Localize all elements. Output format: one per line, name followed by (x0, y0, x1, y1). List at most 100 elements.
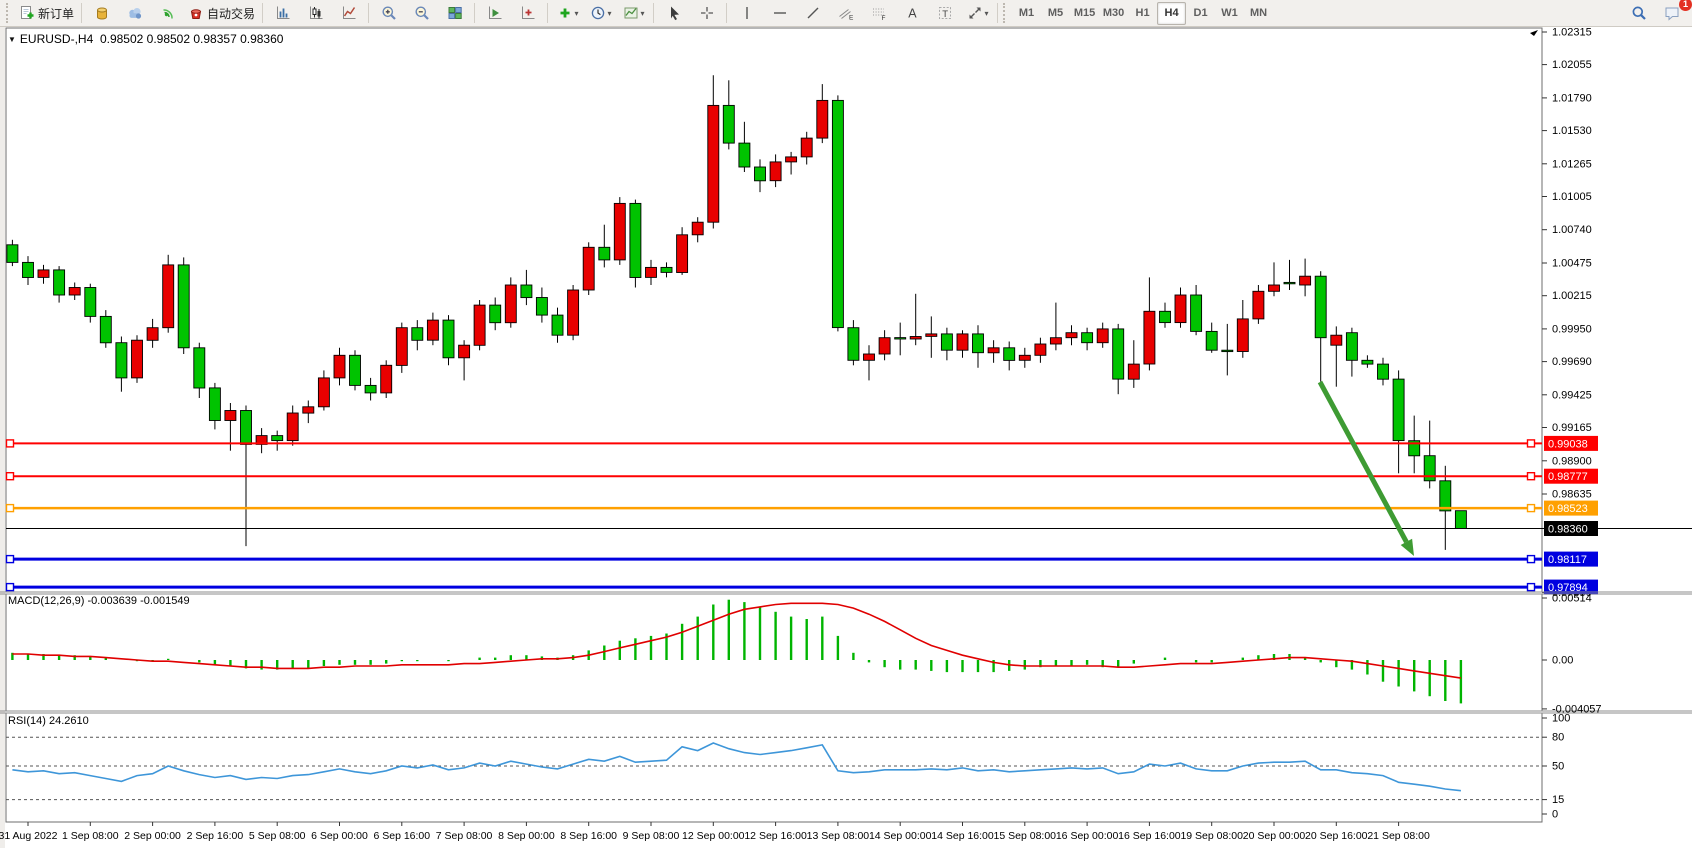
time-axis-label: 8 Sep 16:00 (560, 830, 617, 842)
candle (1050, 338, 1061, 344)
price-axis-label: 0.99950 (1552, 323, 1592, 335)
bars-icon (275, 5, 291, 21)
line-handle[interactable] (1528, 584, 1535, 591)
candle (646, 267, 657, 277)
candle (630, 203, 641, 277)
candle (490, 305, 501, 323)
chart-menu-icon[interactable]: ▼ (8, 35, 16, 44)
indicators-button[interactable]: ▾ (551, 1, 584, 26)
line-handle[interactable] (7, 440, 14, 447)
autotrading-button[interactable]: 自动交易 (184, 1, 259, 26)
candle (988, 348, 999, 353)
candles-icon (308, 5, 324, 21)
line-handle[interactable] (7, 584, 14, 591)
line-handle[interactable] (1528, 505, 1535, 512)
timeframe-button-w1[interactable]: W1 (1215, 2, 1244, 25)
depth-of-market-button[interactable] (511, 1, 544, 26)
candle (132, 340, 143, 378)
bar-chart-button[interactable] (266, 1, 299, 26)
text-button[interactable]: A (895, 1, 928, 26)
candlestick-chart-button[interactable] (299, 1, 332, 26)
notifications-button[interactable]: 1 (1655, 1, 1688, 26)
trendline-button[interactable] (796, 1, 829, 26)
line-handle[interactable] (7, 556, 14, 563)
tiles-icon (447, 5, 463, 21)
candle (1237, 319, 1248, 352)
toolbar-separator (547, 3, 548, 23)
time-axis-label: 7 Sep 08:00 (436, 830, 493, 842)
candle (272, 436, 283, 441)
candle (536, 298, 547, 316)
candle (817, 100, 828, 138)
time-axis-label: 14 Sep 16:00 (931, 830, 994, 842)
candle (100, 316, 111, 342)
candle (568, 290, 579, 335)
candle (521, 285, 532, 298)
price-axis-label: 0.98900 (1552, 455, 1592, 467)
macd-axis-label: 0.00514 (1552, 593, 1592, 605)
periods-button[interactable]: ▾ (584, 1, 617, 26)
candle (209, 388, 220, 421)
chart-title: ▼EURUSD-,H4 0.98502 0.98502 0.98357 0.98… (8, 32, 283, 46)
candle (1362, 360, 1373, 364)
timeframe-button-m15[interactable]: M15 (1070, 2, 1099, 25)
cursor-button[interactable] (657, 1, 690, 26)
toolbar-separator (474, 3, 475, 23)
line-handle[interactable] (1528, 473, 1535, 480)
crosshair-button[interactable] (690, 1, 723, 26)
line-handle[interactable] (7, 505, 14, 512)
toolbar-separator (81, 3, 82, 23)
vertical-line-button[interactable] (730, 1, 763, 26)
time-axis-label: 16 Sep 16:00 (1118, 830, 1181, 842)
arrows-tool-button[interactable]: ▾ (961, 1, 994, 26)
new-order-button[interactable]: 新订单 (15, 1, 78, 26)
candle (147, 328, 158, 341)
price-badge-label: 0.99038 (1548, 438, 1588, 450)
toolbar-separator (997, 3, 998, 23)
price-axis-label: 0.99425 (1552, 389, 1592, 401)
candle (474, 305, 485, 345)
macd-indicator-label: MACD(12,26,9) -0.003639 -0.001549 (8, 595, 190, 607)
zoom-in-button[interactable] (372, 1, 405, 26)
candle (69, 288, 80, 296)
svg-text:T: T (942, 9, 948, 20)
templates-button[interactable]: ▾ (617, 1, 650, 26)
timeframe-button-m1[interactable]: M1 (1012, 2, 1041, 25)
timeframe-button-m5[interactable]: M5 (1041, 2, 1070, 25)
timeframe-button-d1[interactable]: D1 (1186, 2, 1215, 25)
timeframe-button-h4[interactable]: H4 (1157, 2, 1186, 25)
channel-button[interactable]: F (862, 1, 895, 26)
timeframe-button-h1[interactable]: H1 (1128, 2, 1157, 25)
timeframe-button-m30[interactable]: M30 (1099, 2, 1128, 25)
chart-window: 1.023151.020551.017901.015301.012651.010… (0, 27, 1692, 848)
community-button[interactable] (118, 1, 151, 26)
candle (723, 105, 734, 143)
fgrid-icon: F (871, 5, 887, 21)
labelT-icon: T (937, 5, 953, 21)
time-axis-label: 19 Sep 08:00 (1180, 830, 1243, 842)
candle (1066, 333, 1077, 338)
fibonacci-button[interactable]: E (829, 1, 862, 26)
line-handle[interactable] (1528, 556, 1535, 563)
time-axis-label: 12 Sep 00:00 (682, 830, 745, 842)
candle (7, 245, 18, 263)
search-button[interactable] (1622, 1, 1655, 26)
rsi-axis-label: 0 (1552, 809, 1558, 821)
zoom-out-button[interactable] (405, 1, 438, 26)
strategy-tester-button[interactable] (478, 1, 511, 26)
price-axis-label: 1.01530 (1552, 125, 1592, 137)
cylinder-icon (94, 5, 110, 21)
candle (459, 345, 470, 358)
tile-windows-button[interactable] (438, 1, 471, 26)
candle (287, 413, 298, 441)
candle (1097, 329, 1108, 343)
horizontal-line-button[interactable] (763, 1, 796, 26)
line-handle[interactable] (7, 473, 14, 480)
market-watch-button[interactable] (85, 1, 118, 26)
window-edge (0, 27, 5, 848)
line-handle[interactable] (1528, 440, 1535, 447)
signals-button[interactable] (151, 1, 184, 26)
label-button[interactable]: T (928, 1, 961, 26)
timeframe-button-mn[interactable]: MN (1244, 2, 1273, 25)
line-chart-button[interactable] (332, 1, 365, 26)
